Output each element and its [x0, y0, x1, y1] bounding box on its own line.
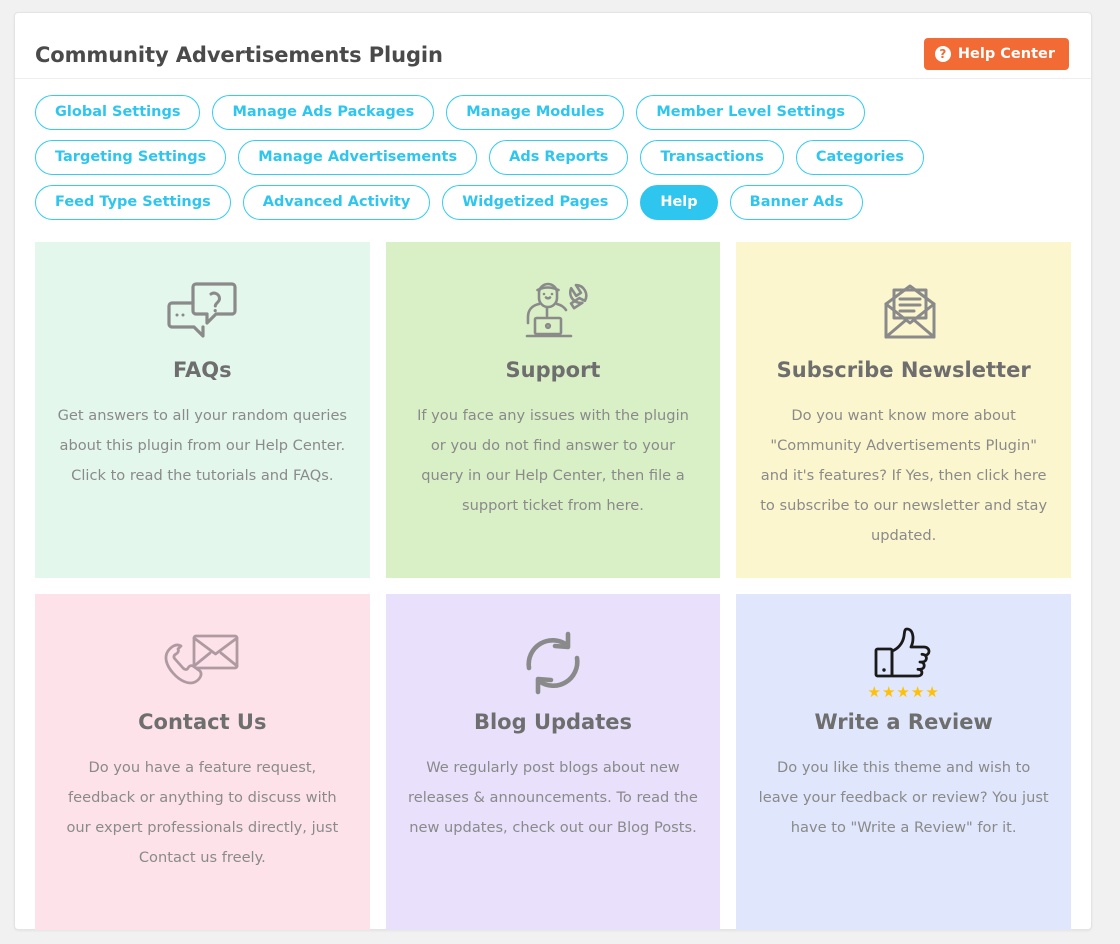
page-root: Community Advertisements Plugin ? Help C… [0, 0, 1120, 944]
help-center-button[interactable]: ? Help Center [923, 38, 1069, 70]
card-title: Write a Review [814, 710, 993, 734]
card-title: Blog Updates [473, 710, 633, 734]
question-circle-icon: ? [934, 46, 951, 62]
card-description: We regularly post blogs about new releas… [408, 759, 698, 837]
tab-banner-ads[interactable]: Banner Ads [729, 185, 864, 220]
tab-ads-reports[interactable]: Ads Reports [489, 140, 629, 175]
card-blog-updates[interactable]: Blog Updates We regularly post blogs abo… [385, 594, 721, 930]
tab-transactions[interactable]: Transactions [640, 140, 784, 175]
tab-targeting-settings[interactable]: Targeting Settings [35, 140, 227, 175]
card-title: Contact Us [138, 710, 267, 734]
support-agent-laptop-wrench-icon [517, 268, 589, 354]
tab-manage-ads-packages[interactable]: Manage Ads Packages [212, 95, 435, 130]
tab-global-settings[interactable]: Global Settings [35, 95, 201, 130]
tab-navigation: Global Settings Manage Ads Packages Mana… [15, 79, 1035, 220]
tab-widgetized-pages[interactable]: Widgetized Pages [442, 185, 629, 220]
phone-envelope-icon [163, 620, 241, 706]
card-description: Do you like this theme and wish to leave… [758, 759, 1049, 837]
card-title: FAQs [173, 358, 232, 382]
tab-manage-modules[interactable]: Manage Modules [446, 95, 625, 130]
panel-header: Community Advertisements Plugin ? Help C… [15, 13, 1091, 79]
tab-help[interactable]: Help [640, 185, 718, 220]
tab-member-level-settings[interactable]: Member Level Settings [636, 95, 865, 130]
card-faqs[interactable]: FAQs Get answers to all your random quer… [35, 242, 370, 578]
card-write-a-review[interactable]: ★★★★★ Write a Review Do you like this th… [736, 594, 1071, 930]
tab-feed-type-settings[interactable]: Feed Type Settings [35, 185, 231, 220]
open-envelope-letter-icon [864, 268, 944, 354]
card-support[interactable]: Support If you face any issues with the … [385, 242, 721, 578]
help-cards-grid: FAQs Get answers to all your random quer… [35, 242, 1071, 930]
card-description: Get answers to all your random queries a… [57, 407, 348, 485]
tab-manage-advertisements[interactable]: Manage Advertisements [238, 140, 478, 175]
speech-bubbles-question-icon [166, 268, 238, 354]
refresh-sync-arrows-icon [519, 620, 587, 706]
card-description: Do you want know more about "Community A… [760, 407, 1048, 545]
tab-categories[interactable]: Categories [795, 140, 924, 175]
card-description: Do you have a feature request, feedback … [66, 759, 339, 867]
page-title: Community Advertisements Plugin [35, 43, 443, 67]
rating-stars: ★★★★★ [867, 682, 940, 701]
plugin-admin-panel: Community Advertisements Plugin ? Help C… [14, 12, 1092, 930]
card-title: Subscribe Newsletter [776, 358, 1031, 382]
tab-advanced-activity[interactable]: Advanced Activity [242, 185, 431, 220]
card-contact-us[interactable]: Contact Us Do you have a feature request… [35, 594, 370, 930]
card-subscribe-newsletter[interactable]: Subscribe Newsletter Do you want know mo… [736, 242, 1071, 578]
thumbs-up-stars-icon: ★★★★★ [868, 620, 940, 706]
card-title: Support [505, 358, 601, 382]
help-center-button-label: Help Center [957, 45, 1055, 62]
card-description: If you face any issues with the plugin o… [417, 407, 689, 515]
